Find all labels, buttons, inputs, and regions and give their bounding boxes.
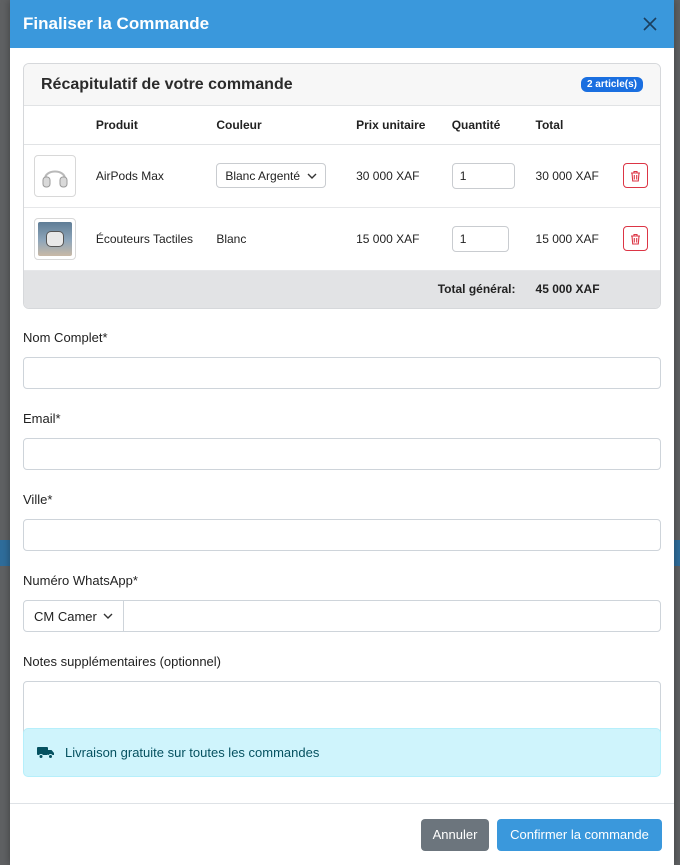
chevron-down-icon — [103, 613, 113, 619]
actions-cell — [623, 207, 660, 271]
email-field[interactable] — [23, 438, 661, 470]
whatsapp-group: CM Camer — [23, 600, 661, 632]
line-total: 30 000 XAF — [535, 144, 624, 208]
order-summary-header: Récapitulatif de votre commande 2 articl… — [24, 64, 660, 106]
full-name-field[interactable] — [23, 357, 661, 389]
country-code-select[interactable]: CM Camer — [24, 601, 124, 631]
column-header-color: Couleur — [216, 106, 357, 145]
close-icon — [643, 17, 657, 31]
checkout-form: Nom Complet* Email* Ville* Numéro WhatsA… — [23, 330, 661, 753]
table-row: AirPods Max Blanc Argenté 30 000 XAF 1 3… — [24, 144, 660, 208]
background-bar-left — [0, 540, 10, 566]
full-name-label: Nom Complet* — [23, 330, 108, 345]
product-image-cell — [24, 144, 96, 208]
modal-title: Finaliser la Commande — [23, 14, 210, 33]
modal-body: Récapitulatif de votre commande 2 articl… — [23, 63, 661, 309]
delete-item-button[interactable] — [623, 163, 649, 188]
product-name: AirPods Max — [95, 144, 217, 208]
unit-price: 30 000 XAF — [356, 144, 452, 208]
chevron-down-icon — [307, 173, 317, 179]
city-label: Ville* — [23, 492, 53, 507]
country-code-value: CM Camer — [34, 608, 97, 624]
table-header-row: Produit Couleur Prix unitaire Quantité T… — [24, 106, 660, 145]
line-total: 15 000 XAF — [535, 207, 624, 271]
truck-icon — [37, 746, 55, 759]
column-header-unit-price: Prix unitaire — [356, 106, 452, 145]
modal-footer: Annuler Confirmer la commande — [10, 803, 674, 865]
column-header-product: Produit — [95, 106, 217, 145]
trash-icon — [631, 170, 641, 182]
free-shipping-alert: Livraison gratuite sur toutes les comman… — [23, 728, 661, 777]
column-header-total: Total — [535, 106, 624, 145]
color-select-value: Blanc Argenté — [225, 168, 301, 183]
order-table: Produit Couleur Prix unitaire Quantité T… — [24, 106, 660, 308]
unit-price: 15 000 XAF — [356, 207, 452, 271]
color-select[interactable]: Blanc Argenté — [216, 163, 327, 188]
column-header-quantity: Quantité — [451, 106, 536, 145]
color-text: Blanc — [216, 207, 357, 271]
product-name: Écouteurs Tactiles — [95, 207, 217, 271]
modal-header: Finaliser la Commande — [10, 0, 674, 48]
whatsapp-label: Numéro WhatsApp* — [23, 573, 138, 588]
column-header-image — [24, 106, 96, 145]
table-row: Écouteurs Tactiles Blanc 15 000 XAF 1 15… — [24, 207, 660, 271]
checkout-modal: Finaliser la Commande Récapitulatif de v… — [10, 0, 674, 865]
product-thumbnail — [34, 154, 76, 197]
item-count-badge: 2 article(s) — [580, 77, 643, 92]
color-cell: Blanc Argenté — [216, 144, 357, 208]
product-thumbnail — [34, 217, 76, 260]
order-summary-card: Récapitulatif de votre commande 2 articl… — [23, 63, 661, 309]
quantity-input[interactable]: 1 — [451, 225, 509, 252]
email-label: Email* — [23, 411, 61, 426]
city-field[interactable] — [23, 519, 661, 551]
column-header-actions — [623, 106, 660, 145]
whatsapp-number-field[interactable] — [124, 601, 660, 631]
order-summary-title: Récapitulatif de votre commande — [41, 75, 293, 93]
trash-icon — [631, 233, 641, 245]
confirm-order-button[interactable]: Confirmer la commande — [497, 818, 662, 851]
cancel-button[interactable]: Annuler — [421, 818, 489, 851]
close-button[interactable] — [638, 12, 662, 36]
headphones-icon — [42, 170, 68, 187]
delete-item-button[interactable] — [623, 226, 649, 251]
grand-total-row: Total général: 45 000 XAF — [24, 270, 660, 308]
grand-total-value: 45 000 XAF — [535, 270, 660, 308]
free-shipping-text: Livraison gratuite sur toutes les comman… — [65, 745, 320, 760]
product-image-cell — [24, 207, 96, 271]
quantity-cell: 1 — [451, 207, 536, 271]
quantity-cell: 1 — [451, 144, 536, 208]
background-bar-right — [674, 540, 680, 566]
quantity-input[interactable]: 1 — [451, 162, 515, 189]
earbuds-image — [38, 221, 72, 256]
notes-label: Notes supplémentaires (optionnel) — [23, 654, 221, 669]
grand-total-label: Total général: — [24, 270, 536, 308]
actions-cell — [623, 144, 660, 208]
